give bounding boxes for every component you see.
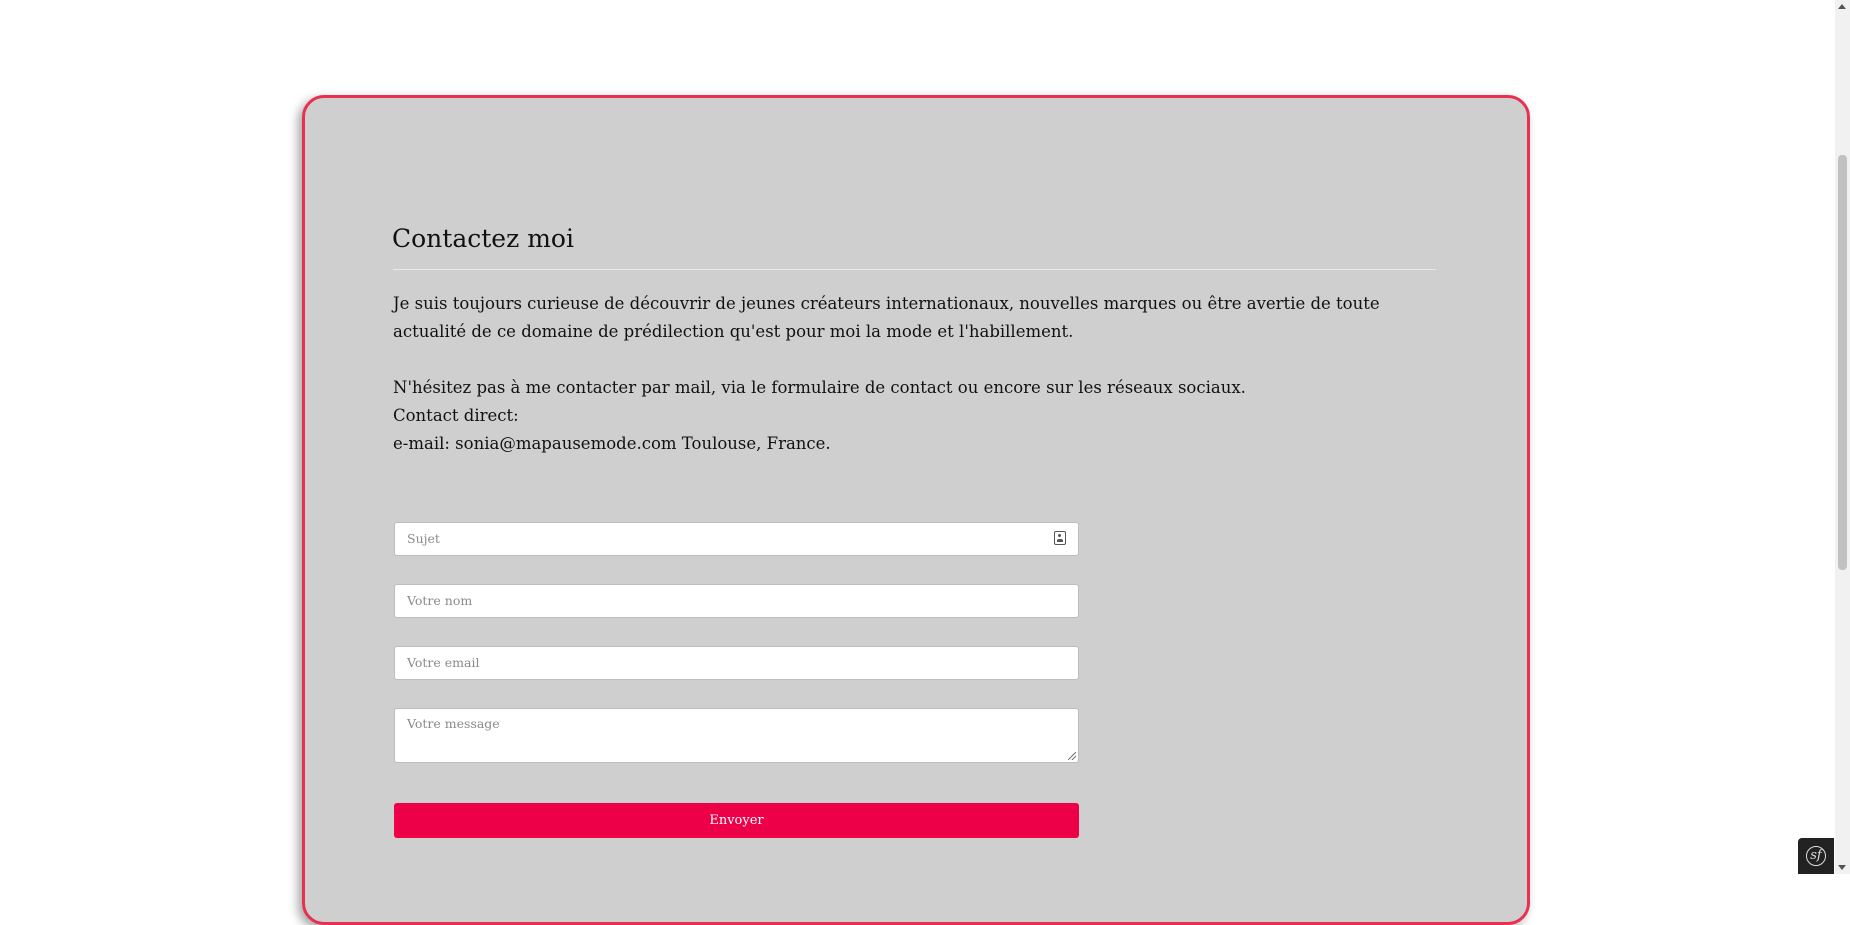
scroll-up-arrow-icon[interactable] [1838,4,1846,9]
scrollbar-thumb[interactable] [1838,155,1847,570]
page-scrollbar[interactable] [1835,0,1850,874]
intro-paragraph: Je suis toujours curieuse de découvrir d… [393,294,1380,341]
email-input[interactable]: Votre email [394,646,1079,680]
subject-input[interactable]: Sujet [394,522,1079,556]
contact-card-icon[interactable] [1054,531,1066,545]
page-title: Contactez moi [392,224,574,253]
email-placeholder: Votre email [407,655,480,670]
symfony-toolbar-toggle[interactable]: sf [1798,838,1834,874]
contact-card [302,95,1530,925]
direct-contact-label: Contact direct: [393,406,519,425]
name-input[interactable]: Votre nom [394,584,1079,618]
resize-handle-icon[interactable] [1068,752,1076,760]
scroll-down-arrow-icon[interactable] [1838,865,1846,870]
contact-invitation: N'hésitez pas à me contacter par mail, v… [393,378,1246,397]
symfony-logo-icon: sf [1806,846,1826,866]
send-button[interactable]: Envoyer [394,803,1079,838]
message-placeholder: Votre message [407,716,500,731]
subject-placeholder: Sujet [407,531,440,546]
message-textarea[interactable]: Votre message [394,708,1079,763]
name-placeholder: Votre nom [407,593,473,608]
title-divider [393,269,1436,270]
email-line: e-mail: sonia@mapausemode.com Toulouse, … [393,434,831,453]
